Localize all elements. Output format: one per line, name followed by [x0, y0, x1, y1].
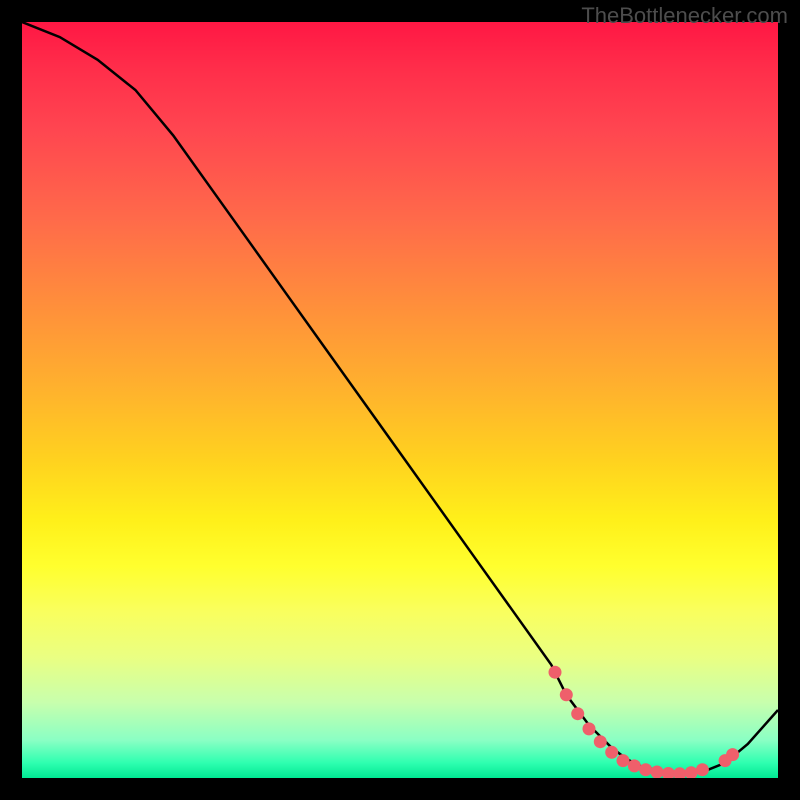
chart-svg — [22, 22, 778, 778]
attribution-text: TheBottlenecker.com — [581, 3, 788, 29]
marker-point — [628, 759, 641, 772]
marker-point — [685, 766, 698, 778]
marker-point — [571, 707, 584, 720]
marker-point — [673, 767, 686, 778]
marker-point — [605, 746, 618, 759]
marker-point — [696, 763, 709, 776]
marker-point — [594, 735, 607, 748]
marker-point — [583, 722, 596, 735]
marker-point — [617, 754, 630, 767]
curve-markers — [549, 666, 740, 778]
marker-point — [549, 666, 562, 679]
curve-line — [22, 22, 778, 774]
marker-point — [651, 766, 664, 779]
marker-point — [639, 763, 652, 776]
marker-point — [662, 767, 675, 778]
marker-point — [560, 688, 573, 701]
marker-point — [726, 748, 739, 761]
plot-area — [22, 22, 778, 778]
